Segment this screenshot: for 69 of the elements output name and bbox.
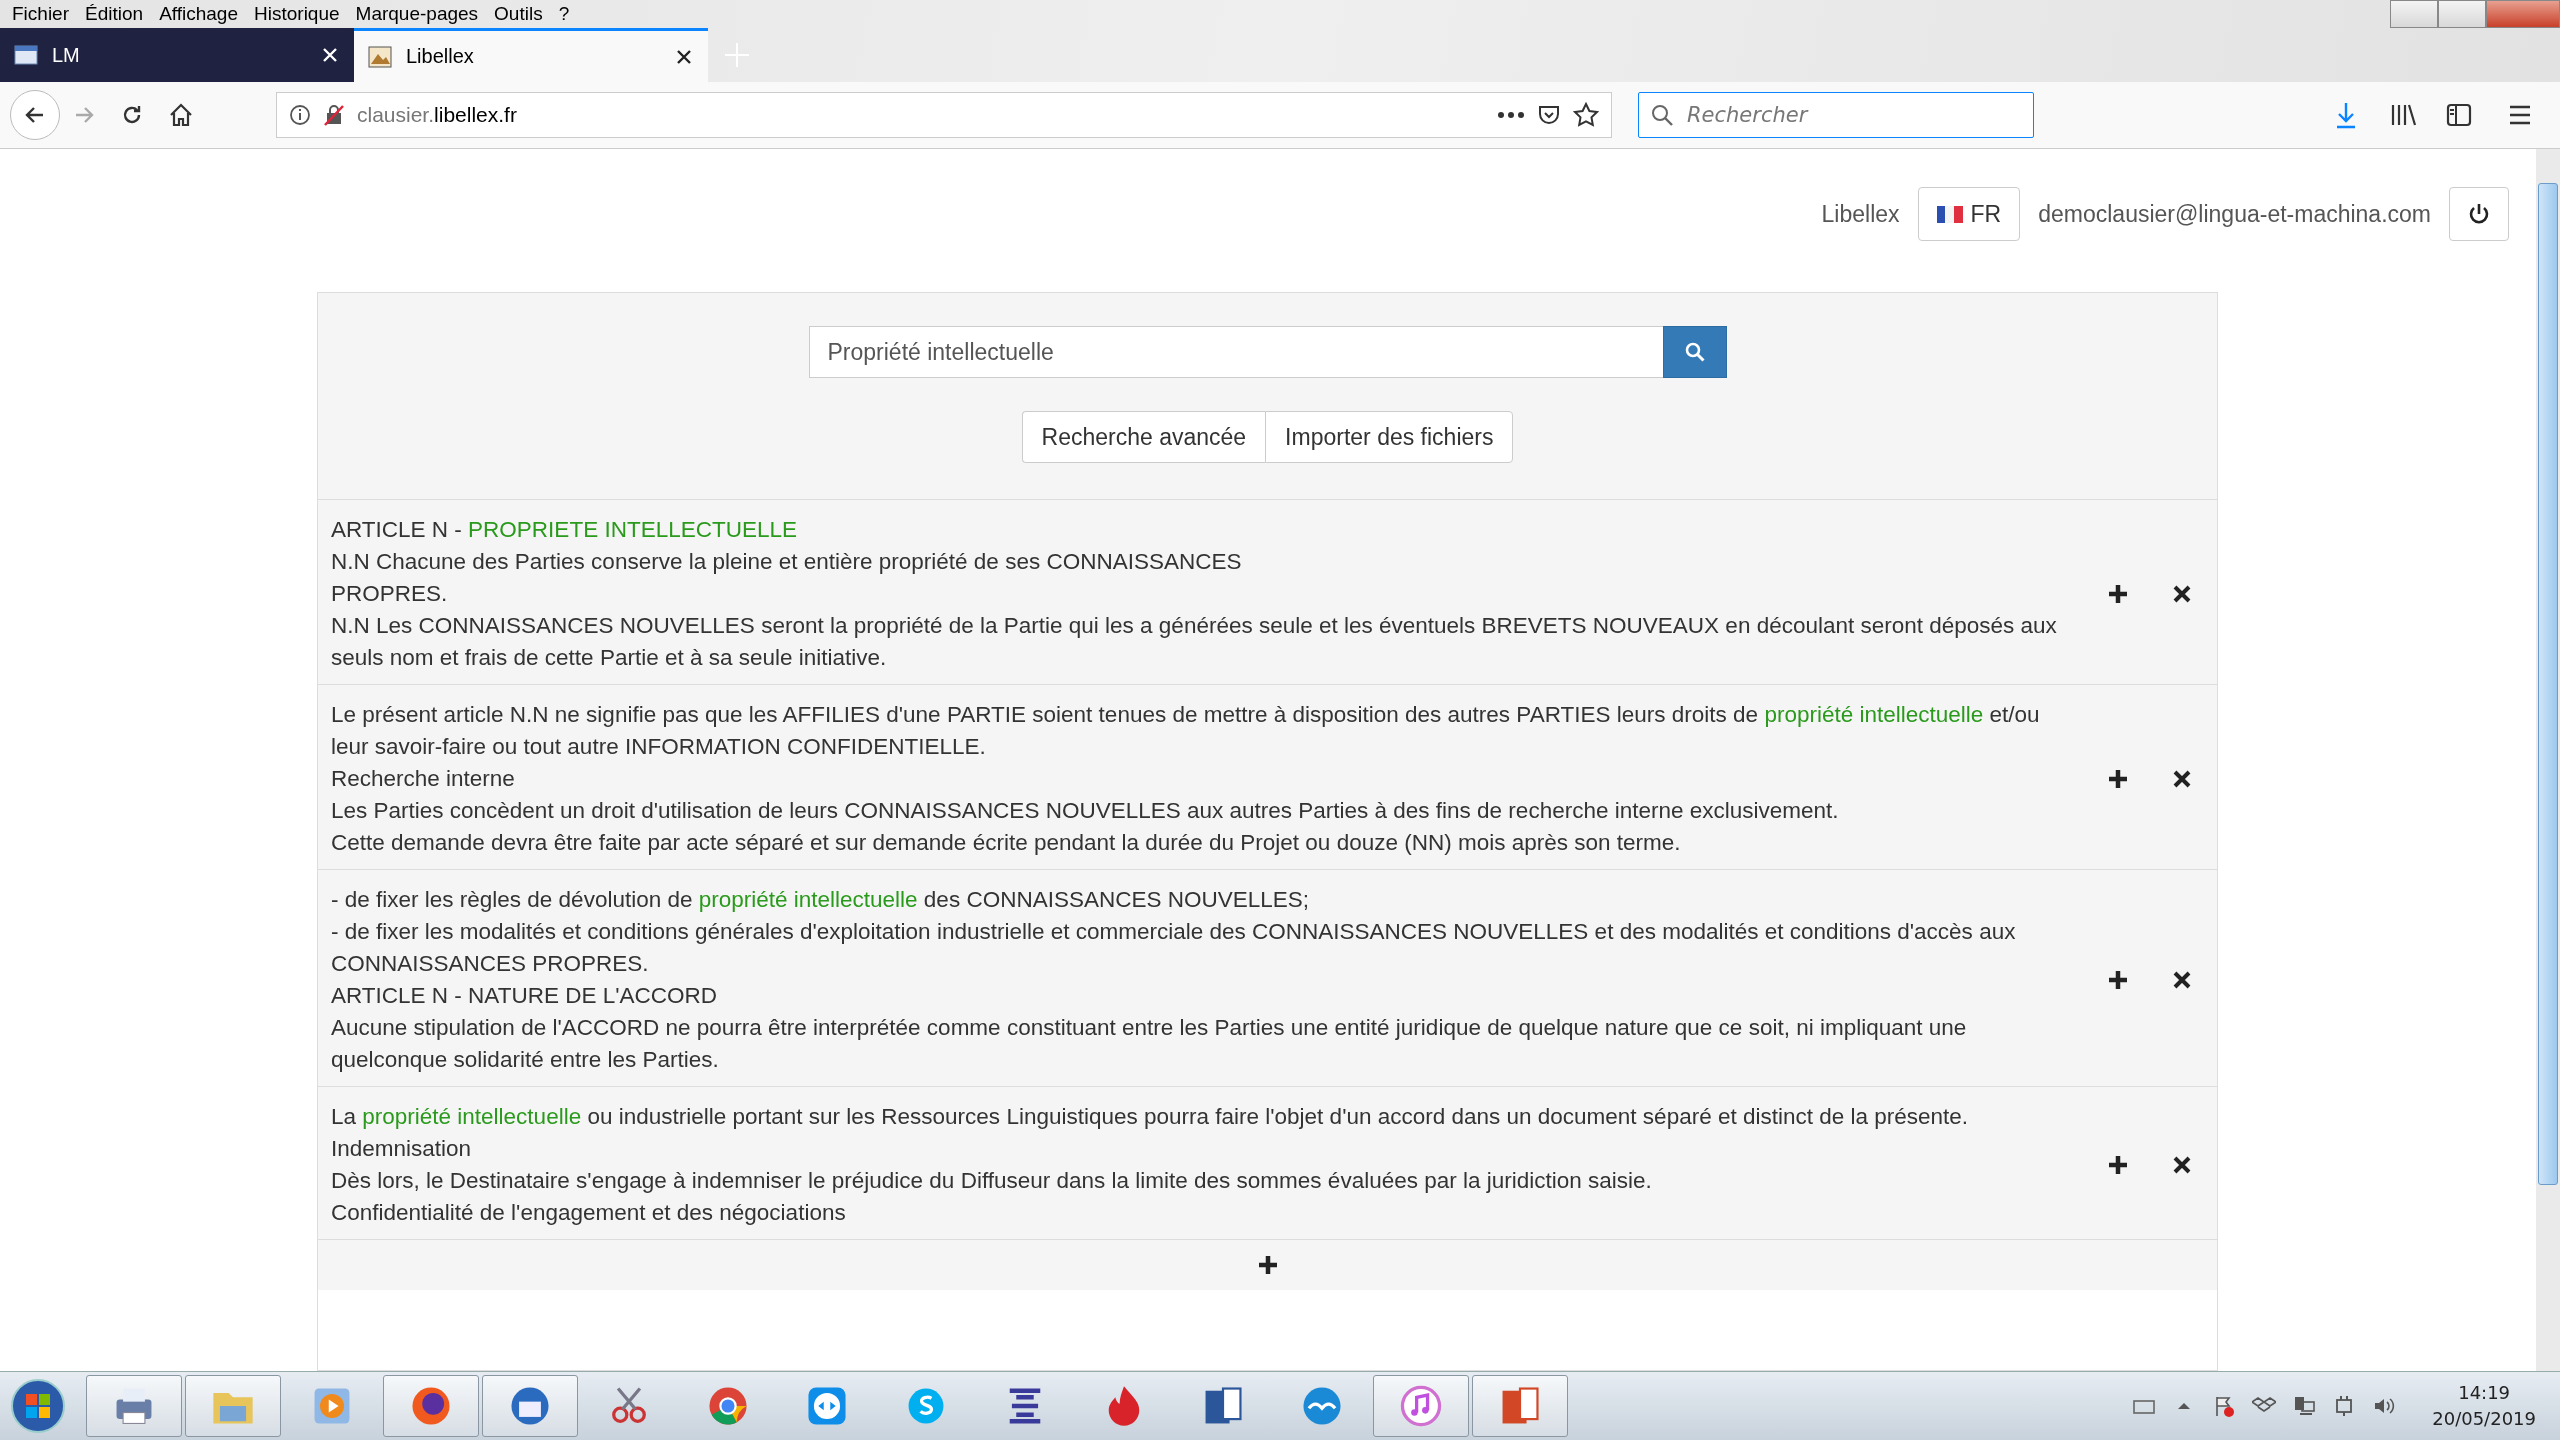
clause-text: Cette demande devra être faite par acte séparé et sur demande écrite pendant la durée du Projet ou douze (NN) mois après son terme. xyxy=(331,829,1682,857)
clause-text: Aucune stipulation de l'ACCORD ne pourra être interprétée comme constituant entre les Parties une entité juridique de quelque nature que ce soit, ni impliquant une quelconque solidarité entre les Parties. xyxy=(331,1014,1968,1074)
search-icon xyxy=(1683,341,1706,363)
search-icon xyxy=(1650,103,1674,127)
picture-icon xyxy=(368,45,392,68)
menu-item[interactable]: Historique xyxy=(246,3,348,25)
browser-tab[interactable]: LM xyxy=(0,28,354,82)
user-email[interactable]: democlausier@lingua-et-machina.com xyxy=(2038,200,2431,228)
clause-text: N.N Les CONNAISSANCES NOUVELLES seront la propriété de la Partie qui les a générées seule et les éventuels BREVETS NOUVEAUX en découlant seront déposés aux seuls nom et frais de cette Partie et à sa seule initiative. xyxy=(331,612,2058,672)
clause-text: Les Parties concèdent un droit d'utilisation de leurs CONNAISSANCES NOUVELLES aux autres Parties à des fins de recherche interne exclusivement. xyxy=(331,797,1840,825)
restore-button[interactable] xyxy=(2438,0,2486,28)
close-icon[interactable] xyxy=(2171,583,2193,605)
clock[interactable]: 14:19 20/05/2019 xyxy=(2432,1380,2536,1432)
search-button[interactable] xyxy=(1662,326,1727,378)
search-field[interactable]: Rechercher xyxy=(1638,92,2034,138)
taskbar-button[interactable] xyxy=(86,1375,182,1437)
clause-text: ARTICLE N - NATURE DE L'ACCORD xyxy=(331,982,718,1010)
plus-icon[interactable] xyxy=(2107,1154,2129,1176)
url-text: clausier.libellex.fr xyxy=(357,103,518,127)
info-icon[interactable] xyxy=(289,104,311,126)
plus-icon[interactable] xyxy=(1256,1254,1279,1276)
close-icon[interactable] xyxy=(2171,1154,2193,1176)
menu-item[interactable]: Marque-pages xyxy=(347,3,487,25)
menu-item[interactable]: Fichier xyxy=(4,3,77,25)
menu-item[interactable]: Édition xyxy=(77,3,152,25)
clause-text: Dès lors, le Destinataire s'engage à indemniser le préjudice du Diffuseur dans la limite des sommes évaluées par la juridiction saisie. xyxy=(331,1167,1653,1195)
plus-icon[interactable] xyxy=(2107,768,2129,790)
pocket-icon[interactable] xyxy=(1537,103,1561,127)
calendar-icon xyxy=(14,44,38,66)
address-bar[interactable]: clausier.libellex.fr xyxy=(276,92,1612,138)
start-button[interactable] xyxy=(10,1378,66,1434)
network-icon[interactable] xyxy=(2292,1394,2317,1418)
menu-item[interactable]: ? xyxy=(550,3,578,25)
action-button[interactable]: Recherche avancée xyxy=(1021,411,1266,463)
clause-text: - de fixer les règles de dévolution de propriété intellectuelle des CONNAISSANCES NOUVELLES; xyxy=(331,886,1310,914)
menu-item[interactable]: Outils xyxy=(486,3,551,25)
language-button[interactable]: FR xyxy=(1917,187,2021,241)
taskbar-button[interactable] xyxy=(383,1375,479,1437)
minimize-button[interactable] xyxy=(2390,0,2438,28)
brand-link[interactable]: Libellex xyxy=(1821,200,1900,228)
search-field[interactable]: Propriété intellectuelle xyxy=(808,326,1663,378)
clause-text: PROPRES. xyxy=(331,580,449,608)
clause-text: Indemnisation xyxy=(331,1135,473,1163)
clause-text: ARTICLE N - PROPRIETE INTELLECTUELLE xyxy=(331,516,798,544)
plus-icon[interactable] xyxy=(2107,969,2129,991)
more-icon[interactable] xyxy=(1497,111,1525,119)
taskbar-button[interactable] xyxy=(1472,1375,1568,1437)
clause-text: Confidentialité de l'engagement et des négociations xyxy=(331,1199,847,1227)
clause-text: Le présent article N.N ne signifie pas que les AFFILIES d'une PARTIE soient tenues de mettre à disposition des autres PARTIES leurs droits de propriété intellectuelle et/ou leur savoir-faire ou tout autre INFORMATION CONFIDENTIELLE. xyxy=(331,701,2041,761)
taskbar-button[interactable] xyxy=(1373,1375,1469,1437)
star-icon[interactable] xyxy=(1573,102,1599,128)
logout-button[interactable] xyxy=(2449,187,2509,241)
home-icon[interactable] xyxy=(168,102,194,128)
crossed-lock-icon[interactable] xyxy=(323,104,345,126)
scrollbar[interactable] xyxy=(2536,149,2560,1371)
clause-text: N.N Chacune des Parties conserve la pleine et entière propriété de ses CONNAISSANCES xyxy=(331,548,1243,576)
taskbar-button[interactable] xyxy=(482,1375,578,1437)
power-icon xyxy=(2468,202,2490,226)
back-button[interactable] xyxy=(10,90,60,140)
close-icon[interactable] xyxy=(2171,768,2193,790)
plus-icon[interactable] xyxy=(2107,583,2129,605)
clause-text: La propriété intellectuelle ou industrielle portant sur les Ressources Linguistiques pourra faire l'objet d'un accord dans un document séparé et distinct de la présente. xyxy=(331,1103,1970,1131)
browser-tab[interactable]: Libellex xyxy=(354,28,708,82)
clause-text: - de fixer les modalités et conditions générales d'exploitation industrielle et commerciale des CONNAISSANCES NOUVELLES et des modalités et conditions d'accès aux CONNAISSANCES PROPRES. xyxy=(331,918,2017,978)
flag-icon xyxy=(1936,205,1963,223)
action-button[interactable]: Importer des fichiers xyxy=(1265,411,1514,463)
clause-text: Recherche interne xyxy=(331,765,516,793)
close-icon[interactable] xyxy=(2171,969,2193,991)
menu-item[interactable]: Affichage xyxy=(151,3,246,25)
